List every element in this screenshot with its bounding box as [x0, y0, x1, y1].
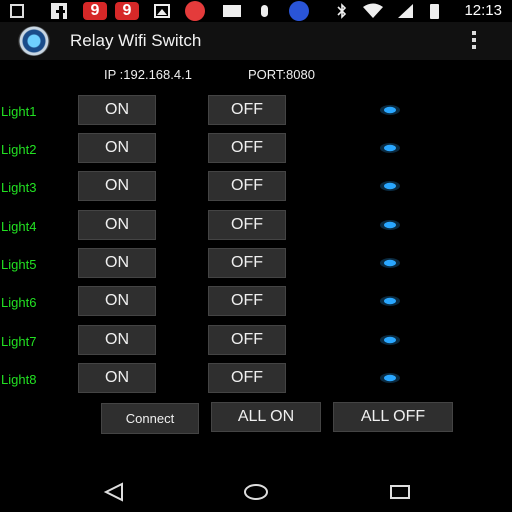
light8-on-button[interactable]: ON: [78, 363, 156, 393]
light1-off-button[interactable]: OFF: [208, 95, 286, 125]
light5-on-button[interactable]: ON: [78, 248, 156, 278]
image-icon: [153, 3, 171, 19]
notification-square-icon: [8, 3, 26, 19]
battery-icon: [428, 3, 440, 19]
app-title: Relay Wifi Switch: [70, 31, 202, 50]
navigation-bar: [0, 472, 512, 512]
overflow-menu-icon[interactable]: [471, 31, 477, 51]
light-label: Light2: [1, 142, 37, 157]
app-bar: Relay Wifi Switch: [0, 22, 512, 60]
light4-off-button[interactable]: OFF: [208, 210, 286, 240]
light3-on-button[interactable]: ON: [78, 171, 156, 201]
recents-icon[interactable]: [388, 480, 412, 504]
app-9-icon: 9: [115, 2, 139, 20]
light6-on-button[interactable]: ON: [78, 286, 156, 316]
light6-off-button[interactable]: OFF: [208, 286, 286, 316]
light4-on-button[interactable]: ON: [78, 210, 156, 240]
all-on-button[interactable]: ALL ON: [211, 402, 321, 432]
light7-on-button[interactable]: ON: [78, 325, 156, 355]
port-label: PORT:8080: [248, 67, 315, 82]
status-led-icon: [379, 143, 401, 153]
light-label: Light5: [1, 257, 37, 272]
connect-button[interactable]: Connect: [101, 403, 199, 434]
mic-icon: [258, 3, 270, 19]
mail-icon: [222, 3, 242, 19]
bluetooth-icon: [336, 3, 348, 19]
status-time: 12:13: [464, 2, 502, 19]
light-label: Light4: [1, 219, 37, 234]
light8-off-button[interactable]: OFF: [208, 363, 286, 393]
light-label: Light3: [1, 180, 37, 195]
status-led-icon: [379, 181, 401, 191]
facebook-icon: [50, 3, 68, 19]
wifi-icon: [362, 3, 384, 19]
back-icon[interactable]: [102, 480, 126, 504]
signal-icon: [396, 3, 414, 19]
status-led-icon: [379, 220, 401, 230]
light-label: Light7: [1, 334, 37, 349]
app-logo-icon: [18, 26, 50, 56]
light3-off-button[interactable]: OFF: [208, 171, 286, 201]
light-label: Light8: [1, 372, 37, 387]
light1-on-button[interactable]: ON: [78, 95, 156, 125]
light5-off-button[interactable]: OFF: [208, 248, 286, 278]
home-icon[interactable]: [243, 480, 268, 504]
status-bar: 9 9 12:13: [0, 0, 512, 22]
light2-on-button[interactable]: ON: [78, 133, 156, 163]
app-9-icon: 9: [83, 2, 107, 20]
status-led-icon: [379, 105, 401, 115]
light-label: Light6: [1, 295, 37, 310]
sync-icon: [288, 1, 310, 21]
status-led-icon: [379, 258, 401, 268]
all-off-button[interactable]: ALL OFF: [333, 402, 453, 432]
light2-off-button[interactable]: OFF: [208, 133, 286, 163]
light-label: Light1: [1, 104, 37, 119]
status-led-icon: [379, 373, 401, 383]
music-icon: [184, 1, 206, 21]
status-led-icon: [379, 335, 401, 345]
ip-label: IP :192.168.4.1: [104, 67, 192, 82]
light7-off-button[interactable]: OFF: [208, 325, 286, 355]
status-led-icon: [379, 296, 401, 306]
